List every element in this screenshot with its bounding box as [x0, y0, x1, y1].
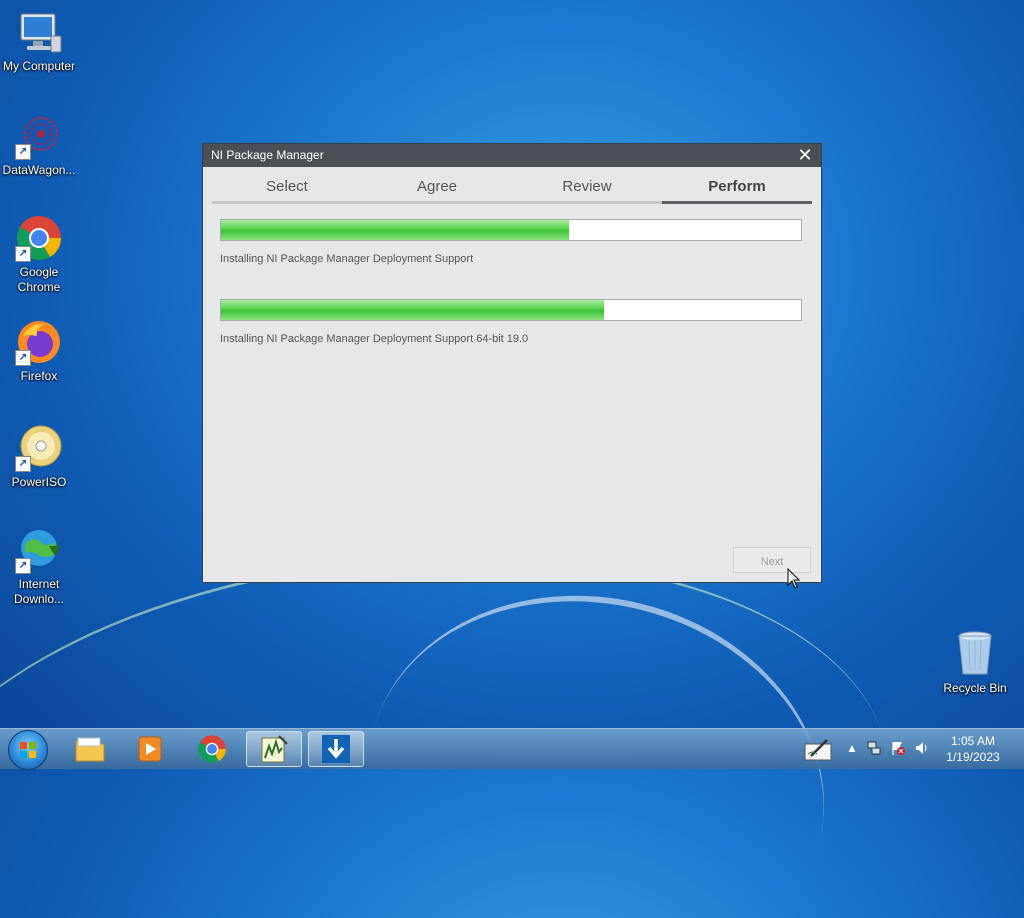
windows-logo-icon	[20, 742, 36, 758]
desktop-icon-label: Firefox	[20, 369, 58, 383]
clock-date: 1/19/2023	[946, 750, 1000, 764]
ni-package-manager-window: NI Package Manager ✕ Select Agree Review…	[202, 143, 822, 583]
desktop-icon-poweriso[interactable]: ↗ PowerISO	[0, 424, 78, 490]
desktop-icon-label: Google Chrome	[17, 265, 61, 294]
desktop-icon-internet-download-manager[interactable]: ↗ Internet Downlo...	[0, 526, 78, 607]
progress-bar-2	[220, 299, 802, 321]
datawagon-icon: ↗	[15, 112, 63, 160]
taskbar-ni-app[interactable]	[246, 731, 302, 767]
progress-bar-1	[220, 219, 802, 241]
shortcut-arrow-icon: ↗	[15, 456, 31, 472]
tab-review[interactable]: Review	[512, 174, 662, 204]
firefox-icon: ↗	[15, 318, 63, 366]
shortcut-arrow-icon: ↗	[15, 246, 31, 262]
desktop-icon-my-computer[interactable]: My Computer	[0, 8, 78, 74]
system-clock[interactable]: 1:05 AM 1/19/2023	[936, 733, 1010, 765]
desktop-icon-recycle-bin[interactable]: Recycle Bin	[936, 630, 1014, 696]
pen-input-icon	[804, 739, 832, 761]
tab-perform[interactable]: Perform	[662, 174, 812, 204]
window-titlebar[interactable]: NI Package Manager ✕	[203, 144, 821, 167]
taskbar-download-app[interactable]	[308, 731, 364, 767]
shortcut-arrow-icon: ↗	[15, 558, 31, 574]
close-button[interactable]: ✕	[795, 144, 815, 167]
wizard-steps: Select Agree Review Perform	[212, 174, 812, 204]
clock-time: 1:05 AM	[950, 734, 996, 748]
progress-label-1: Installing NI Package Manager Deployment…	[220, 253, 474, 265]
chrome-icon	[198, 735, 226, 763]
progress-fill-2	[221, 300, 604, 320]
media-player-icon	[138, 736, 162, 762]
globe-download-icon: ↗	[15, 526, 63, 574]
network-icon[interactable]	[866, 740, 882, 756]
taskbar-pen-input[interactable]	[796, 731, 840, 767]
desktop-icon-datawagon[interactable]: ↗ DataWagon...	[0, 112, 78, 178]
desktop-icon-label: Recycle Bin	[943, 681, 1007, 695]
download-arrow-icon	[322, 735, 350, 763]
taskbar-file-explorer[interactable]	[62, 731, 118, 767]
chrome-icon: ↗	[15, 214, 63, 262]
mouse-cursor-icon	[787, 568, 801, 589]
poweriso-disc-icon: ↗	[15, 424, 63, 472]
progress-label-2: Installing NI Package Manager Deployment…	[220, 333, 529, 345]
taskbar-chrome[interactable]	[184, 731, 240, 767]
volume-icon[interactable]	[914, 740, 930, 756]
start-button[interactable]	[8, 730, 48, 770]
taskbar: ▲ 1:05 AM 1/19/2023	[0, 728, 1024, 770]
desktop-icon-label: DataWagon...	[2, 163, 76, 177]
desktop-icon-label: Internet Downlo...	[13, 577, 65, 606]
tab-select[interactable]: Select	[212, 174, 362, 204]
desktop-icon-google-chrome[interactable]: ↗ Google Chrome	[0, 214, 78, 295]
progress-fill-1	[221, 220, 569, 240]
tab-agree[interactable]: Agree	[362, 174, 512, 204]
desktop-icon-label: My Computer	[2, 59, 76, 73]
taskbar-media-player[interactable]	[122, 731, 178, 767]
window-title: NI Package Manager	[211, 148, 324, 162]
folder-icon	[75, 737, 105, 762]
desktop-icon-label: PowerISO	[11, 475, 67, 489]
shortcut-arrow-icon: ↗	[15, 350, 31, 366]
recycle-bin-icon	[951, 630, 999, 678]
tray-expand-icon[interactable]: ▲	[844, 740, 860, 756]
action-center-flag-icon[interactable]	[890, 740, 906, 756]
ni-package-icon	[261, 735, 288, 763]
computer-icon	[15, 8, 63, 56]
desktop-icon-firefox[interactable]: ↗ Firefox	[0, 318, 78, 384]
shortcut-arrow-icon: ↗	[15, 144, 31, 160]
